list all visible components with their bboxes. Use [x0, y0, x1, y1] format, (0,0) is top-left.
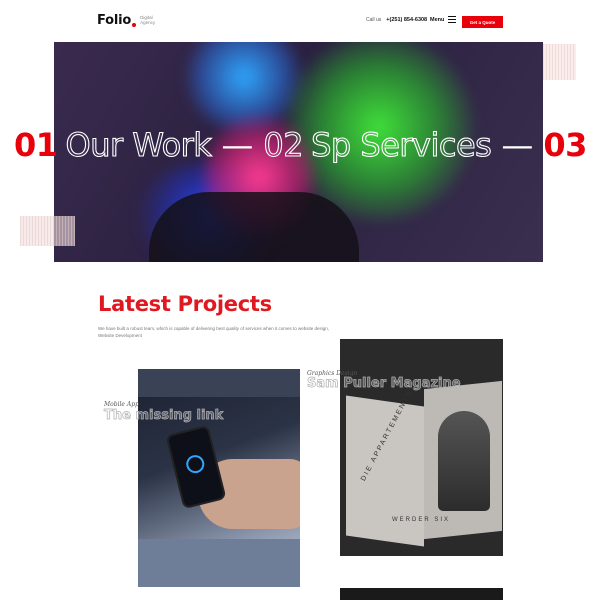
- call-label: Call us: [366, 17, 382, 23]
- menu-label: Menu: [430, 16, 445, 23]
- phone-image: [165, 424, 227, 510]
- logo-wordmark: Folio: [97, 13, 132, 28]
- get-quote-button[interactable]: Get a Quote: [462, 16, 503, 28]
- marquee-separator: —: [501, 126, 534, 164]
- phone-number-link[interactable]: +(251) 854-6308: [386, 17, 427, 23]
- logo-dot: [132, 23, 137, 27]
- logo[interactable]: Folio Digital Agency: [97, 13, 162, 28]
- site-header: Folio Digital Agency Call us +(251) 854-…: [0, 0, 600, 42]
- project-title-link[interactable]: Sam Puller Magazine: [307, 376, 461, 392]
- marquee-number: 01: [14, 126, 58, 164]
- magazine-print-text: WERDER SIX: [392, 517, 451, 523]
- decorative-ghost-block: [20, 216, 75, 246]
- hamburger-icon: [448, 16, 457, 23]
- project-title-link[interactable]: The missing link: [104, 408, 224, 424]
- marquee-number-outline: 02: [263, 125, 304, 164]
- services-marquee: 01 Our Work — 02 Sp Services — 03: [14, 125, 587, 164]
- project-card-magazine[interactable]: DIE APPARTEMENTS WERDER SIX: [340, 339, 503, 556]
- marquee-number: 03: [543, 126, 587, 164]
- section-description: We have built a robust team, which is ca…: [98, 326, 330, 338]
- menu-toggle[interactable]: Menu: [430, 16, 457, 23]
- marquee-item-services[interactable]: Sp Services: [311, 125, 493, 164]
- marquee-item-our-work[interactable]: Our Work: [65, 125, 212, 164]
- call-us: Call us +(251) 854-6308: [366, 17, 427, 23]
- logo-tagline: Digital Agency: [140, 15, 156, 25]
- project-card-next[interactable]: [340, 588, 503, 600]
- magazine-portrait: [438, 411, 490, 511]
- marquee-separator: —: [221, 126, 254, 164]
- project-category: Mobile App: [104, 401, 139, 408]
- section-title: Latest Projects: [98, 292, 272, 316]
- project-card-mobile-app[interactable]: [138, 369, 300, 587]
